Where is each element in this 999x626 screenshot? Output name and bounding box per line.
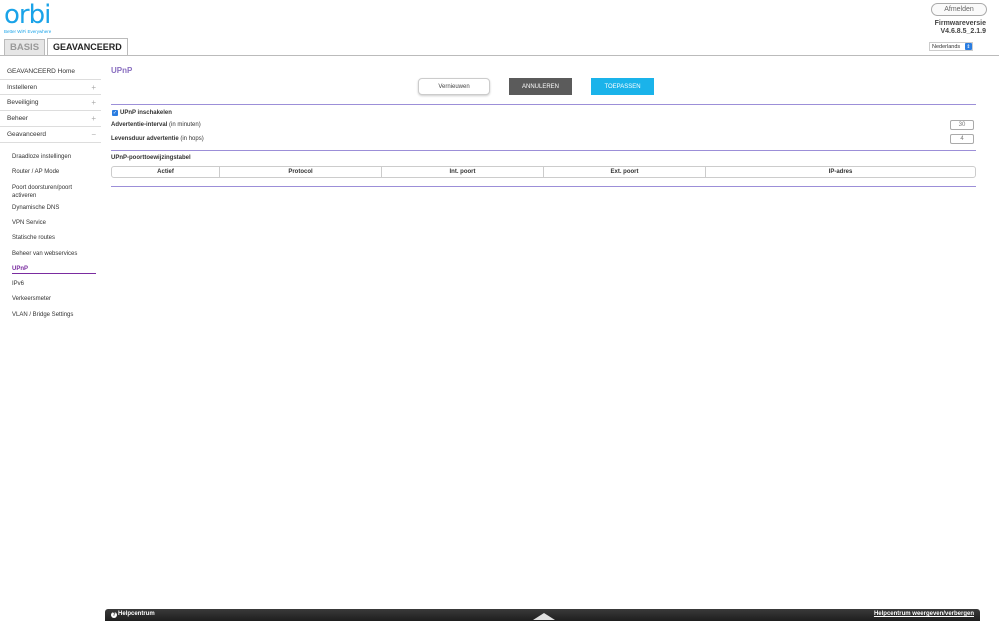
- sidebar-item-geavanceerd[interactable]: Geavanceerd −: [0, 127, 101, 143]
- table-title: UPnP-poorttoewijzingstabel: [111, 155, 191, 161]
- sidebar-item-beveiliging[interactable]: Beveiliging +: [0, 95, 101, 111]
- chevron-updown-icon[interactable]: ⇕: [965, 43, 972, 50]
- sidebar-subitem-draadloos[interactable]: Draadloze instellingen: [0, 154, 71, 160]
- column-header-ip: IP-adres: [828, 169, 853, 175]
- sidebar-subitem-webservices[interactable]: Beheer van webservices: [0, 251, 77, 257]
- sidebar-subitem-vpn[interactable]: VPN Service: [0, 220, 46, 226]
- logo-tagline: Better WiFi Everywhere: [4, 29, 52, 34]
- sidebar-item-label: Beveiliging: [7, 99, 39, 106]
- active-indicator: [12, 273, 96, 274]
- sidebar-subitem-router-ap[interactable]: Router / AP Mode: [0, 169, 59, 175]
- cancel-button[interactable]: ANNULEREN: [509, 78, 572, 95]
- sidebar-item-label: Instelleren: [7, 83, 37, 91]
- expand-up-icon[interactable]: [533, 613, 555, 620]
- firmware-version: V4.6.8.5_2.1.9: [940, 28, 986, 35]
- logo-wordmark: orbi: [4, 0, 51, 30]
- ad-ttl-input[interactable]: 4: [950, 134, 974, 144]
- port-mapping-table-header: Actief Protocol Int. poort Ext. poort IP…: [111, 166, 976, 178]
- ad-interval-label: Advertentie-interval (in minuten): [111, 122, 201, 128]
- refresh-button[interactable]: Vernieuwen: [418, 78, 490, 95]
- ad-ttl-label: Levensduur advertentie (in hops): [111, 136, 204, 142]
- sidebar-subitem-traffic-meter[interactable]: Verkeersmeter: [0, 296, 51, 302]
- ad-ttl-name: Levensduur advertentie: [111, 136, 179, 142]
- page-title: UPnP: [111, 66, 133, 75]
- upnp-enable-label: UPnP inschakelen: [120, 110, 172, 116]
- help-icon: ?: [111, 612, 117, 618]
- firmware-label: Firmwareversie: [934, 20, 986, 27]
- expand-icon: +: [91, 98, 96, 107]
- sidebar-subitem-static-routes[interactable]: Statische routes: [0, 235, 55, 241]
- ad-interval-name: Advertentie-interval: [111, 122, 168, 128]
- column-header-int-port: Int. poort: [382, 167, 544, 177]
- sidebar-subitem-upnp[interactable]: UPnP: [0, 266, 28, 272]
- help-center-bar: ? Helpcentrum Helpcentrum weergeven/verb…: [105, 609, 980, 621]
- sidebar-subitem-port-forwarding[interactable]: Poort doorsturen/poort activeren: [0, 184, 90, 200]
- tab-geavanceerd[interactable]: GEAVANCEERD: [47, 38, 128, 55]
- column-header-actief: Actief: [112, 167, 220, 177]
- sidebar-item-label: Geavanceerd: [7, 131, 47, 138]
- tab-basis[interactable]: BASIS: [4, 39, 46, 55]
- orbi-logo[interactable]: orbi Better WiFi Everywhere: [4, 2, 51, 34]
- router-admin-page: orbi Better WiFi Everywhere BASIS GEAVAN…: [0, 0, 999, 626]
- mode-tabs: BASIS GEAVANCEERD: [4, 38, 128, 55]
- expand-icon: +: [91, 114, 96, 123]
- sidebar-item-label: GEAVANCEERD Home: [7, 67, 76, 75]
- ad-interval-unit: (in minuten): [167, 122, 201, 128]
- sidebar-item-beheer[interactable]: Beheer +: [0, 111, 101, 127]
- sidebar-subitem-vlan[interactable]: VLAN / Bridge Settings: [0, 312, 73, 318]
- sidebar-item-label: Beheer: [7, 115, 28, 122]
- sidebar: GEAVANCEERD Home Instelleren + Beveiligi…: [0, 63, 101, 143]
- upnp-enable-checkbox[interactable]: ✓: [112, 110, 118, 116]
- sidebar-item-instelleren[interactable]: Instelleren +: [0, 79, 101, 95]
- section-divider: [111, 186, 976, 187]
- ad-ttl-unit: (in hops): [178, 136, 204, 142]
- section-divider: [111, 150, 976, 151]
- help-center-label: Helpcentrum: [118, 611, 155, 617]
- apply-button[interactable]: TOEPASSEN: [591, 78, 654, 95]
- toggle-help-link[interactable]: Helpcentrum weergeven/verbergen: [874, 611, 974, 617]
- section-divider: [111, 104, 976, 105]
- logout-button[interactable]: Afmelden: [931, 3, 987, 16]
- ad-interval-input[interactable]: 30: [950, 120, 974, 130]
- sidebar-item-home[interactable]: GEAVANCEERD Home: [0, 63, 101, 79]
- expand-icon: +: [91, 82, 96, 92]
- sidebar-subitem-dyndns[interactable]: Dynamische DNS: [0, 205, 59, 211]
- collapse-icon: −: [91, 130, 96, 139]
- header-divider: [0, 55, 999, 56]
- sidebar-subitem-ipv6[interactable]: IPv6: [0, 281, 24, 287]
- column-header-protocol: Protocol: [220, 167, 382, 177]
- column-header-ext-port: Ext. poort: [544, 167, 706, 177]
